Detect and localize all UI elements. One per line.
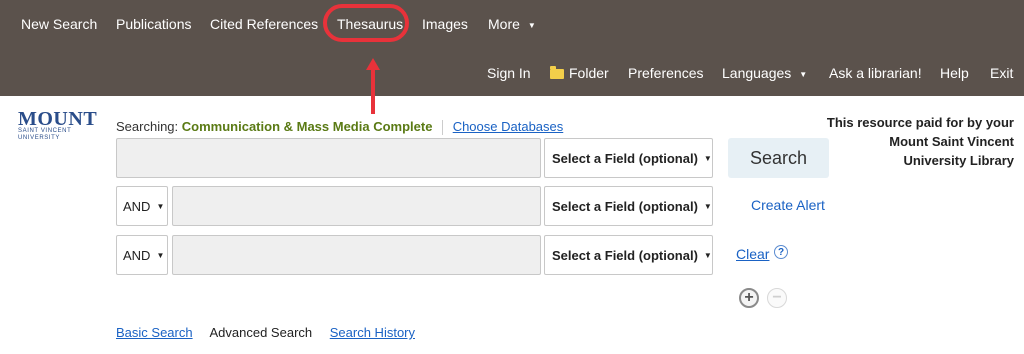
top-toolbar: New Search Publications Cited References… (0, 0, 1024, 96)
search-input-2[interactable] (172, 186, 541, 226)
remove-row-button[interactable]: − (767, 288, 787, 308)
search-history-link[interactable]: Search History (330, 325, 415, 340)
university-logo: MOUNT Saint Vincent University (18, 108, 98, 141)
basic-search-link[interactable]: Basic Search (116, 325, 193, 340)
resource-note: This resource paid for by your Mount Sai… (826, 115, 1014, 168)
field-select-2[interactable]: Select a Field (optional) ▼ (544, 186, 713, 226)
nav-exit[interactable]: Exit (990, 65, 1013, 81)
advanced-search-label: Advanced Search (209, 325, 313, 340)
nav-new-search[interactable]: New Search (21, 16, 97, 32)
nav-more[interactable]: More ▼ (488, 16, 536, 32)
field-select-label: Select a Field (optional) (552, 247, 698, 263)
choose-databases-link[interactable]: Choose Databases (453, 119, 564, 134)
field-select-3[interactable]: Select a Field (optional) ▼ (544, 235, 713, 275)
search-mode-links: Basic Search Advanced Search Search Hist… (116, 325, 429, 340)
caret-down-icon: ▼ (799, 69, 808, 79)
logo-university: University (18, 135, 61, 141)
caret-down-icon: ▼ (156, 250, 165, 260)
nav-languages[interactable]: Languages ▼ (722, 65, 807, 81)
nav-languages-label: Languages (722, 65, 792, 81)
field-select-label: Select a Field (optional) (552, 198, 698, 214)
searching-bar: Searching: Communication & Mass Media Co… (116, 119, 564, 136)
nav-cited-references[interactable]: Cited References (210, 16, 318, 32)
red-arrow-icon (366, 58, 380, 114)
create-alert-link[interactable]: Create Alert (751, 197, 825, 213)
logo-mount: MOUNT (18, 108, 98, 130)
nav-help[interactable]: Help (940, 65, 969, 81)
nav-images[interactable]: Images (422, 16, 468, 32)
nav-folder[interactable]: Folder (550, 65, 609, 81)
boolean-label: AND (123, 247, 151, 263)
search-input-3[interactable] (172, 235, 541, 275)
database-name: Communication & Mass Media Complete (181, 119, 433, 134)
search-button[interactable]: Search (728, 138, 829, 178)
nav-publications[interactable]: Publications (116, 16, 192, 32)
field-select-1[interactable]: Select a Field (optional) ▼ (544, 138, 713, 178)
nav-sign-in[interactable]: Sign In (487, 65, 531, 81)
search-input-1[interactable] (116, 138, 541, 178)
nav-folder-label: Folder (569, 65, 609, 81)
boolean-label: AND (123, 198, 151, 214)
divider (442, 120, 444, 136)
highlight-circle (323, 4, 409, 42)
field-select-label: Select a Field (optional) (552, 150, 698, 166)
caret-down-icon: ▼ (703, 153, 712, 163)
caret-down-icon: ▼ (527, 20, 536, 30)
caret-down-icon: ▼ (703, 250, 712, 260)
caret-down-icon: ▼ (156, 201, 165, 211)
clear-link[interactable]: Clear (736, 246, 769, 262)
nav-ask-librarian[interactable]: Ask a librarian! (829, 65, 922, 81)
nav-more-label: More (488, 16, 520, 32)
boolean-select-2[interactable]: AND ▼ (116, 186, 168, 226)
caret-down-icon: ▼ (703, 201, 712, 211)
nav-preferences[interactable]: Preferences (628, 65, 703, 81)
boolean-select-3[interactable]: AND ▼ (116, 235, 168, 275)
help-icon[interactable]: ? (774, 245, 788, 259)
folder-icon (550, 66, 564, 79)
searching-label: Searching: (116, 119, 179, 134)
add-row-button[interactable]: + (739, 288, 759, 308)
